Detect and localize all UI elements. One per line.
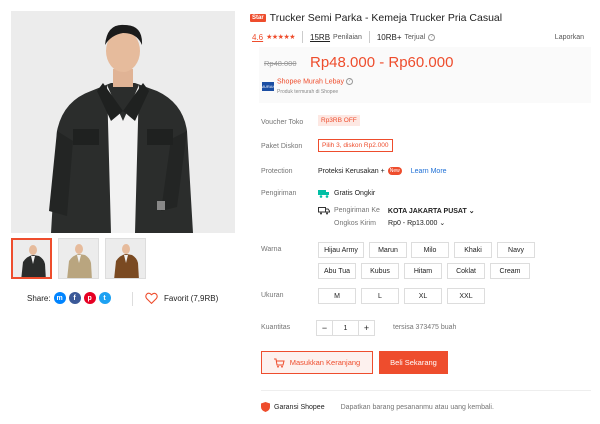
color-option[interactable]: Khaki	[454, 242, 492, 258]
product-main-image[interactable]	[11, 11, 235, 233]
facebook-icon[interactable]: f	[68, 292, 81, 304]
thumbnail-black-jacket[interactable]	[11, 238, 52, 279]
ship-to-row: Pengiriman Ke KOTA JAKARTA PUSAT ⌄	[318, 206, 475, 215]
chevron-down-icon: ⌄	[439, 220, 446, 227]
twitter-icon[interactable]: t	[98, 292, 111, 304]
messenger-icon[interactable]: m	[53, 292, 66, 304]
promo-subtitle: Produk termurah di Shopee	[277, 89, 339, 95]
divider	[132, 292, 133, 306]
pinterest-icon[interactable]: p	[83, 292, 96, 304]
quantity-input[interactable]: 1	[333, 320, 358, 336]
thumbnail-strip	[11, 238, 146, 279]
thumbnail-khaki-jacket[interactable]	[58, 238, 99, 279]
color-option[interactable]: Kubus	[361, 263, 399, 279]
info-icon[interactable]: ?	[345, 78, 353, 85]
original-price: Rp48.000	[264, 59, 297, 68]
shipping-cost-row: Ongkos Kirim Rp0 - Rp13.000 ⌄	[334, 219, 445, 228]
protection-value: Proteksi Kerusakan +	[318, 167, 385, 175]
sold-count: 10RB+	[376, 32, 402, 42]
truck-icon	[318, 207, 330, 215]
promo-name-text: Shopee Murah Lebay	[277, 78, 344, 86]
rating-stars-icon: ★★★★★	[266, 34, 296, 41]
chevron-down-icon: ⌄	[468, 207, 475, 215]
help-icon[interactable]: ?	[428, 33, 436, 41]
sold-label: Terjual	[404, 33, 426, 41]
color-label: Warna	[261, 246, 282, 253]
promo-name[interactable]: Shopee Murah Lebay ?	[277, 78, 353, 85]
learn-more-link[interactable]: Learn More	[411, 168, 447, 175]
promo-logo-icon: MURAH	[260, 82, 276, 91]
color-option[interactable]: Coklat	[447, 263, 485, 279]
buy-now-button[interactable]: Beli Sekarang	[379, 351, 448, 374]
color-option[interactable]: Navy	[497, 242, 535, 258]
size-option[interactable]: XXL	[447, 288, 485, 304]
favorite-button[interactable]: Favorit (7,9RB)	[145, 292, 218, 304]
star-badge: Star	[250, 14, 266, 22]
ship-to-label: Pengiriman Ke	[334, 207, 380, 214]
free-shipping-truck-icon	[318, 190, 329, 198]
thumbnail-brown-jacket[interactable]	[105, 238, 146, 279]
size-option[interactable]: L	[361, 288, 399, 304]
add-to-cart-button[interactable]: Masukkan Keranjang	[261, 351, 373, 374]
color-option[interactable]: Cream	[490, 263, 530, 279]
review-count[interactable]: 15RB	[310, 33, 330, 42]
price-range: Rp48.000 - Rp60.000	[310, 54, 454, 71]
product-title: Trucker Semi Parka - Kemeja Trucker Pria…	[269, 12, 503, 24]
quantity-increase-button[interactable]: +	[358, 320, 375, 336]
voucher-label: Voucher Toko	[261, 119, 304, 126]
size-label: Ukuran	[261, 292, 284, 299]
shield-icon	[261, 402, 270, 412]
size-option[interactable]: M	[318, 288, 356, 304]
stock-text: tersisa 373475 buah	[393, 324, 457, 331]
share-label: Share:	[27, 293, 51, 303]
guarantee-description: Dapatkan barang pesananmu atau uang kemb…	[340, 403, 494, 411]
free-shipping-text: Gratis Ongkir	[334, 190, 376, 197]
protection-label: Protection	[261, 168, 293, 175]
heart-icon	[145, 292, 158, 304]
favorite-label: Favorit (7,9RB)	[164, 293, 219, 303]
bundle-label: Paket Diskon	[261, 143, 303, 150]
free-shipping-row: Gratis Ongkir	[318, 189, 375, 198]
quantity-decrease-button[interactable]: −	[316, 320, 333, 336]
new-badge: New	[387, 167, 402, 175]
color-option[interactable]: Abu Tua	[318, 263, 356, 279]
add-to-cart-label: Masukkan Keranjang	[289, 358, 361, 367]
voucher-chip[interactable]: Rp3RB OFF	[318, 115, 360, 126]
guarantee-title[interactable]: Garansi Shopee	[274, 404, 325, 411]
price-section: Rp48.000 Rp48.000 - Rp60.000 MURAH Shope…	[259, 47, 591, 103]
cart-icon	[273, 358, 285, 368]
color-option[interactable]: Hitam	[404, 263, 442, 279]
guarantee-row: Garansi Shopee Dapatkan barang pesananmu…	[261, 402, 494, 412]
shipping-cost-dropdown[interactable]: Rp0 - Rp13.000 ⌄	[388, 219, 445, 227]
review-label: Penilaian	[333, 33, 362, 41]
color-option[interactable]: Hijau Army	[318, 242, 364, 258]
bundle-chip[interactable]: Pilih 3, diskon Rp2.000	[318, 139, 393, 152]
divider	[261, 390, 591, 391]
color-option[interactable]: Milo	[411, 242, 449, 258]
ship-to-value: KOTA JAKARTA PUSAT	[387, 207, 467, 215]
title-row: Star Trucker Semi Parka - Kemeja Trucker…	[250, 12, 502, 24]
quantity-stepper: − 1 +	[316, 320, 375, 336]
shipping-label: Pengiriman	[261, 190, 297, 197]
rating-row: 4.6 ★★★★★ 15RB Penilaian 10RB+ Terjual ?…	[252, 31, 584, 43]
rating-value[interactable]: 4.6	[252, 33, 263, 42]
protection-row: Proteksi Kerusakan + New Learn More	[318, 167, 447, 175]
share-row: Share: m f p t	[27, 292, 111, 304]
ship-to-dropdown[interactable]: KOTA JAKARTA PUSAT ⌄	[388, 207, 475, 215]
quantity-label: Kuantitas	[261, 324, 291, 331]
shipping-cost-value: Rp0 - Rp13.000	[388, 220, 438, 227]
shipping-cost-label: Ongkos Kirim	[334, 219, 377, 227]
size-option[interactable]: XL	[404, 288, 442, 304]
color-option[interactable]: Marun	[369, 242, 407, 258]
report-link[interactable]: Laporkan	[555, 34, 584, 41]
